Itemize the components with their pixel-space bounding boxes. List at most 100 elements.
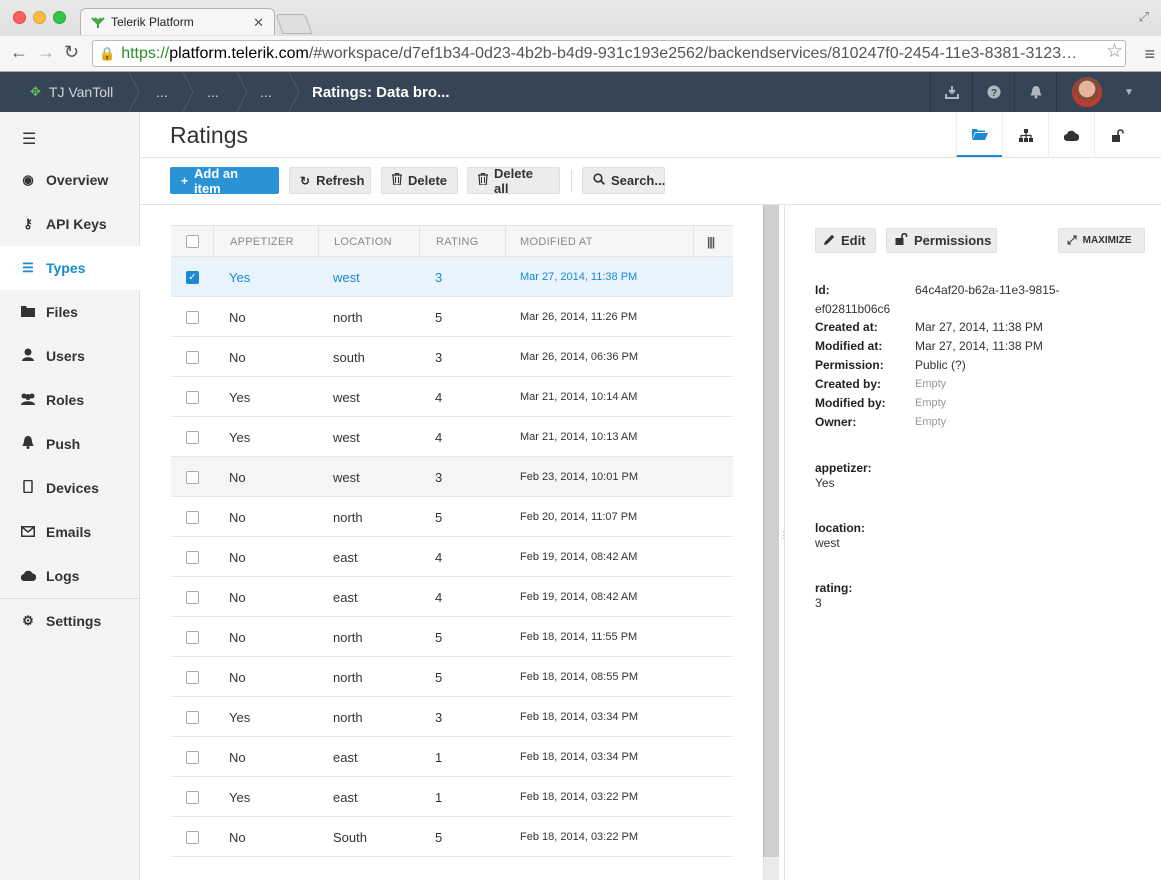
select-all-checkbox[interactable] <box>186 226 199 257</box>
breadcrumb-user[interactable]: ✥ TJ VanToll <box>30 72 113 112</box>
window-minimize-button[interactable] <box>33 11 46 24</box>
row-checkbox[interactable] <box>186 817 199 857</box>
data-grid: APPETIZER LOCATION RATING MODIFIED AT ||… <box>171 225 733 857</box>
window-close-button[interactable] <box>13 11 26 24</box>
table-row[interactable]: No north 5 Mar 26, 2014, 11:26 PM <box>171 297 733 337</box>
row-checkbox[interactable] <box>186 417 199 457</box>
sidebar-item-files[interactable]: Files <box>0 290 140 334</box>
row-checkbox[interactable] <box>186 577 199 617</box>
window-zoom-button[interactable] <box>53 11 66 24</box>
refresh-button[interactable]: ↻ Refresh <box>289 167 371 194</box>
sidebar-item-logs[interactable]: Logs <box>0 554 140 598</box>
permissions-button[interactable]: Permissions <box>886 228 997 253</box>
sidebar-item-roles[interactable]: Roles <box>0 378 140 422</box>
field-label: appetizer: <box>815 461 872 475</box>
sidebar-item-emails[interactable]: Emails <box>0 510 140 554</box>
reload-icon[interactable]: ↻ <box>64 43 79 61</box>
delete-button[interactable]: Delete <box>381 167 458 194</box>
breadcrumb-item[interactable]: ... <box>260 72 272 112</box>
cell-rating: 3 <box>435 269 443 285</box>
sidebar-item-label: API Keys <box>46 216 107 232</box>
row-checkbox[interactable] <box>186 457 199 497</box>
row-checkbox[interactable] <box>186 617 199 657</box>
table-row[interactable]: Yes north 3 Feb 18, 2014, 03:34 PM <box>171 697 733 737</box>
tab-cloud-code[interactable] <box>1048 112 1094 158</box>
add-item-button[interactable]: + Add an item <box>170 166 279 196</box>
edit-button[interactable]: Edit <box>815 228 876 253</box>
cell-rating: 5 <box>435 309 443 325</box>
help-icon[interactable]: ? <box>972 72 1014 112</box>
sidebar-item-types[interactable]: ☰ Types <box>0 246 140 290</box>
row-checkbox[interactable] <box>186 777 199 817</box>
row-checkbox[interactable] <box>186 297 199 337</box>
delete-all-button[interactable]: Delete all <box>467 166 560 196</box>
row-checkbox[interactable] <box>186 337 199 377</box>
table-row[interactable]: No east 4 Feb 19, 2014, 08:42 AM <box>171 577 733 617</box>
unlock-icon <box>895 232 908 248</box>
table-row[interactable]: Yes west 4 Mar 21, 2014, 10:14 AM <box>171 377 733 417</box>
column-header-rating[interactable]: RATING <box>436 226 479 257</box>
table-row[interactable]: ✓ Yes west 3 Mar 27, 2014, 11:38 PM <box>171 257 733 297</box>
user-menu[interactable]: ▼ <box>1056 72 1161 112</box>
row-checkbox[interactable] <box>186 697 199 737</box>
table-row[interactable]: No north 5 Feb 20, 2014, 11:07 PM <box>171 497 733 537</box>
tab-structure[interactable] <box>1002 112 1048 158</box>
breadcrumb-item[interactable]: ... <box>156 72 168 112</box>
browser-menu-icon[interactable]: ≡ <box>1144 44 1155 65</box>
cell-modified-at: Feb 18, 2014, 03:34 PM <box>520 751 639 763</box>
cell-modified-at: Feb 19, 2014, 08:42 AM <box>520 591 638 603</box>
forward-icon[interactable]: → <box>37 43 55 61</box>
sidebar-item-label: Logs <box>46 568 80 584</box>
table-row[interactable]: No west 3 Feb 23, 2014, 10:01 PM <box>171 457 733 497</box>
row-checkbox[interactable] <box>186 737 199 777</box>
notifications-bell-icon[interactable] <box>1014 72 1056 112</box>
field-block: rating: 3 <box>815 581 852 611</box>
bookmark-star-icon[interactable]: ☆ <box>1106 40 1123 63</box>
sidebar-item-settings[interactable]: ⚙ Settings <box>0 599 140 643</box>
table-row[interactable]: No east 4 Feb 19, 2014, 08:42 AM <box>171 537 733 577</box>
browser-tab[interactable]: Telerik Platform ✕ <box>80 8 275 35</box>
grid-scrollbar[interactable] <box>763 205 779 857</box>
fullscreen-icon[interactable]: ⤢ <box>1139 9 1149 25</box>
download-icon[interactable] <box>930 72 972 112</box>
row-checkbox[interactable] <box>186 377 199 417</box>
new-tab-button[interactable] <box>275 14 313 34</box>
address-bar[interactable]: 🔒 https://platform.telerik.com/#workspac… <box>92 40 1126 67</box>
column-header-appetizer[interactable]: APPETIZER <box>230 226 294 257</box>
table-row[interactable]: Yes east 1 Feb 18, 2014, 03:22 PM <box>171 777 733 817</box>
meta-value[interactable]: Public (?) <box>915 356 966 375</box>
table-row[interactable]: No north 5 Feb 18, 2014, 11:55 PM <box>171 617 733 657</box>
column-header-location[interactable]: LOCATION <box>334 226 392 257</box>
search-button[interactable]: Search... <box>582 167 665 194</box>
table-row[interactable]: No South 5 Feb 18, 2014, 03:22 PM <box>171 817 733 857</box>
hamburger-menu-icon[interactable]: ☰ <box>22 129 36 149</box>
tab-data-browser[interactable] <box>956 112 1002 158</box>
sidebar-item-devices[interactable]: Devices <box>0 466 140 510</box>
sidebar-item-push[interactable]: Push <box>0 422 140 466</box>
row-checkbox[interactable] <box>186 497 199 537</box>
breadcrumb-item[interactable]: ... <box>207 72 219 112</box>
back-icon[interactable]: ← <box>10 43 28 61</box>
row-checkbox[interactable] <box>186 537 199 577</box>
tab-close-icon[interactable]: ✕ <box>253 15 264 31</box>
tab-permissions[interactable] <box>1094 112 1140 158</box>
column-chooser-icon[interactable]: ||| <box>707 226 715 257</box>
header-divider <box>141 157 1161 158</box>
detail-panel-border <box>784 205 785 880</box>
table-row[interactable]: Yes west 4 Mar 21, 2014, 10:13 AM <box>171 417 733 457</box>
meta-value: Mar 27, 2014, 11:38 PM <box>915 339 1043 353</box>
table-row[interactable]: No south 3 Mar 26, 2014, 06:36 PM <box>171 337 733 377</box>
cell-rating: 4 <box>435 589 443 605</box>
row-checkbox[interactable]: ✓ <box>186 257 199 297</box>
header-separator <box>213 226 214 257</box>
column-header-modified-at[interactable]: MODIFIED AT <box>520 226 593 257</box>
cell-location: east <box>333 749 358 765</box>
table-row[interactable]: No north 5 Feb 18, 2014, 08:55 PM <box>171 657 733 697</box>
table-row[interactable]: No east 1 Feb 18, 2014, 03:34 PM <box>171 737 733 777</box>
maximize-button[interactable]: ⤢ MAXIMIZE <box>1058 228 1145 253</box>
sidebar-item-overview[interactable]: ◉ Overview <box>0 158 140 202</box>
sidebar-item-api-keys[interactable]: ⚷ API Keys <box>0 202 140 246</box>
search-label: Search... <box>611 173 666 188</box>
sidebar-item-users[interactable]: Users <box>0 334 140 378</box>
row-checkbox[interactable] <box>186 657 199 697</box>
